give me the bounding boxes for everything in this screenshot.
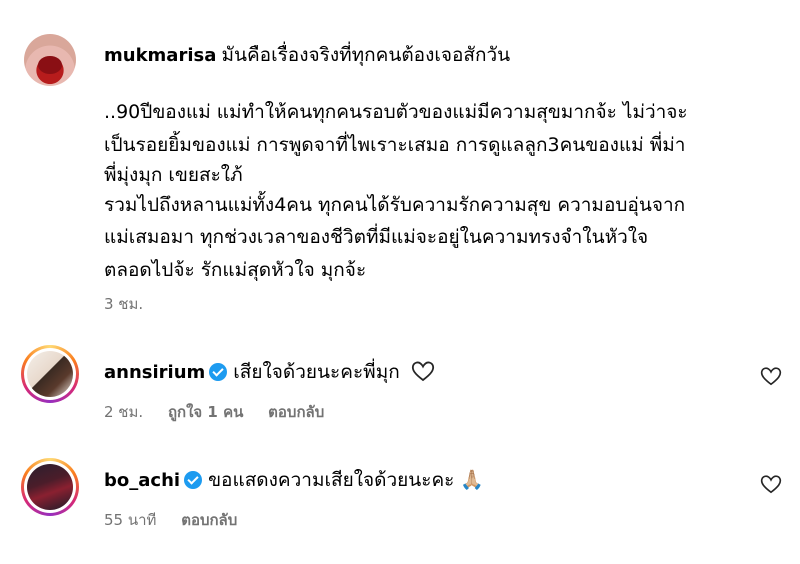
avatar-bo-achi[interactable] (21, 458, 79, 516)
comment-body-line: ..90ปีของแม่ แม่ทำให้คนทุกคนรอบตัวของแม่… (104, 101, 688, 123)
username-annsirium[interactable]: annsirium (104, 362, 205, 383)
avatar-mukmarisa[interactable] (24, 34, 76, 86)
reply-button[interactable]: ตอบกลับ (181, 511, 237, 529)
comment-text: ขอแสดงความเสียใจด้วยนะคะ (208, 469, 455, 491)
comment-body-line: แม่เสมอมา ทุกช่วงเวลาของชีวิตที่มีแม่จะอ… (104, 226, 649, 248)
timestamp: 3 ชม. (104, 295, 144, 313)
likes-count[interactable]: ถูกใจ 1 คน (168, 403, 243, 421)
comment-body-line: เป็นรอยยิ้มของแม่ การพูดจาที่ไพเราะเสมอ … (104, 134, 686, 156)
reply-button[interactable]: ตอบกลับ (268, 403, 324, 421)
avatar-annsirium[interactable] (21, 345, 79, 403)
comment-meta: 3 ชม. (104, 292, 163, 316)
comment-body-line: พี่มุ่งมุก เขยสะใภ้ (104, 164, 243, 186)
comment-meta: 2 ชม. ถูกใจ 1 คน ตอบกลับ (104, 400, 344, 424)
comment-text-first-line: มันคือเรื่องจริงที่ทุกคนต้องเจอสักวัน (221, 44, 511, 66)
like-heart-icon[interactable] (760, 473, 782, 495)
username-bo-achi[interactable]: bo_achi (104, 470, 180, 491)
verified-badge-icon (184, 471, 203, 489)
heart-outline-icon (411, 361, 434, 382)
comment-meta: 55 นาที ตอบกลับ (104, 508, 257, 532)
comment-body-line: ตลอดไปจ้ะ รักแม่สุดหัวใจ มุกจ้ะ (104, 259, 367, 281)
comment-body-line: รวมไปถึงหลานแม่ทั้ง4คน ทุกคนได้รับความรั… (104, 194, 686, 216)
timestamp: 2 ชม. (104, 403, 144, 421)
timestamp: 55 นาที (104, 511, 157, 529)
username-mukmarisa[interactable]: mukmarisa (104, 45, 216, 66)
folded-hands-emoji: 🙏🏼 (460, 469, 485, 491)
like-heart-icon[interactable] (760, 365, 782, 387)
comment-text: เสียใจด้วยนะคะพี่มุก (233, 361, 400, 383)
verified-badge-icon (209, 363, 228, 381)
